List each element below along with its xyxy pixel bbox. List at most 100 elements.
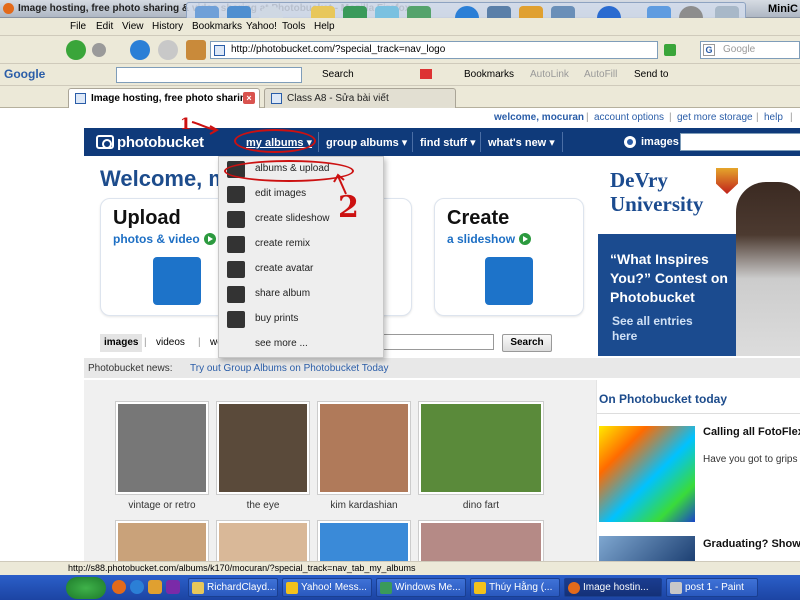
- tab-class-a8[interactable]: Class A8 - Sửa bài viết: [264, 88, 456, 108]
- news-link[interactable]: Try out Group Albums on Photobucket Toda…: [190, 363, 388, 374]
- menu-bar: File Edit View History Bookmarks Yahoo! …: [0, 18, 800, 36]
- avatar-icon: [227, 261, 245, 278]
- tab-close-icon[interactable]: ×: [243, 92, 255, 104]
- dropdown-item-create-slideshow[interactable]: create slideshow: [219, 207, 385, 232]
- taskbar-item-active[interactable]: Image hostin...: [564, 578, 662, 597]
- yahoo-quicklaunch-icon[interactable]: [166, 580, 180, 594]
- bookmarks-button[interactable]: Bookmarks: [464, 69, 514, 80]
- menu-bookmarks[interactable]: Bookmarks: [192, 21, 242, 32]
- nav-whats-new[interactable]: what's new ▾: [488, 136, 555, 149]
- nav-group-albums[interactable]: group albums ▾: [326, 136, 407, 149]
- get-more-storage-link[interactable]: get more storage: [677, 112, 753, 123]
- autolink-button[interactable]: AutoLink: [530, 69, 569, 80]
- thumbnail[interactable]: [216, 520, 310, 561]
- forward-icon[interactable]: [92, 43, 106, 57]
- separator: |: [198, 337, 201, 348]
- welcome-user-text: welcome, mocuran: [494, 112, 585, 123]
- back-icon[interactable]: [66, 40, 86, 60]
- dropdown-item-create-avatar[interactable]: create avatar: [219, 257, 385, 282]
- gmail-icon[interactable]: [420, 69, 432, 79]
- edit-images-icon: [227, 186, 245, 203]
- start-button[interactable]: [66, 577, 106, 599]
- thumbnail[interactable]: [216, 401, 310, 495]
- google-toolbar-search-input[interactable]: [116, 67, 302, 83]
- upload-subtitle[interactable]: photos & video: [113, 232, 216, 246]
- thumbnail-caption[interactable]: the eye: [208, 500, 318, 511]
- thumbnail[interactable]: [418, 401, 544, 495]
- send-to-button[interactable]: Send to: [634, 69, 668, 80]
- thumbnail[interactable]: [317, 520, 411, 561]
- menu-file[interactable]: File: [70, 21, 86, 32]
- status-bar: http://s88.photobucket.com/albums/k170/m…: [0, 561, 800, 575]
- home-icon[interactable]: [186, 40, 206, 60]
- sidebar-story-title-2[interactable]: Graduating? Show u how you looked!: [703, 538, 800, 551]
- ad-see-all-link[interactable]: See all entries here: [612, 314, 712, 344]
- dropdown-item-buy-prints[interactable]: buy prints: [219, 307, 385, 332]
- menu-help[interactable]: Help: [314, 21, 335, 32]
- menu-view[interactable]: View: [122, 21, 144, 32]
- menu-history[interactable]: History: [152, 21, 183, 32]
- ie-quicklaunch-icon[interactable]: [130, 580, 144, 594]
- fotoflexer-image[interactable]: [599, 426, 695, 522]
- menu-edit[interactable]: Edit: [96, 21, 113, 32]
- thumbnail[interactable]: [115, 520, 209, 561]
- taskbar-item[interactable]: Yahoo! Mess...: [282, 578, 372, 597]
- thumbnail-image: [421, 404, 541, 492]
- thumbnail-caption[interactable]: vintage or retro: [107, 500, 217, 511]
- dropdown-item-share-album[interactable]: share album: [219, 282, 385, 307]
- thumbnail[interactable]: [317, 401, 411, 495]
- autofill-button[interactable]: AutoFill: [584, 69, 617, 80]
- firefox-quicklaunch-icon[interactable]: [112, 580, 126, 594]
- address-bar[interactable]: http://photobucket.com/?special_track=na…: [210, 41, 658, 59]
- nav-divider: [412, 132, 413, 152]
- share-album-icon: [227, 286, 245, 303]
- tab-favicon-icon: [75, 93, 86, 104]
- taskbar-item[interactable]: Windows Me...: [376, 578, 466, 597]
- menu-tools[interactable]: Tools: [282, 21, 305, 32]
- taskbar-item[interactable]: RichardClayd...: [188, 578, 278, 597]
- annotation-arrow-1: [191, 121, 220, 135]
- google-search-button[interactable]: Search: [322, 69, 354, 80]
- dropdown-item-see-more[interactable]: see more ...: [219, 332, 385, 357]
- content-search-input[interactable]: [376, 334, 494, 350]
- images-radio[interactable]: [624, 136, 636, 148]
- address-url: http://photobucket.com/?special_track=na…: [231, 44, 446, 55]
- thumbnail[interactable]: [418, 520, 544, 561]
- taskbar-item[interactable]: post 1 - Paint: [666, 578, 758, 597]
- content-search-button[interactable]: Search: [502, 334, 552, 352]
- devry-advertisement[interactable]: DeVry University “What Inspires You?” Con…: [598, 162, 800, 356]
- google-toolbar: Google Search Bookmarks AutoLink AutoFil…: [0, 64, 800, 86]
- search-tab-videos[interactable]: videos: [152, 334, 189, 352]
- graduation-image[interactable]: [599, 536, 695, 561]
- separator: |: [790, 112, 793, 123]
- thumbnail-image: [219, 523, 307, 561]
- taskbar-item[interactable]: Thúy Hằng (...: [470, 578, 560, 597]
- media-quicklaunch-icon[interactable]: [148, 580, 162, 594]
- arrow-right-icon: [519, 233, 532, 245]
- dropdown-item-create-remix[interactable]: create remix: [219, 232, 385, 257]
- browser-search-placeholder: Google: [723, 44, 756, 55]
- window-title-right: MiniC: [768, 3, 798, 15]
- thumbnail-caption[interactable]: dino fart: [426, 500, 536, 511]
- search-tab-images[interactable]: images: [100, 334, 143, 352]
- thumbnail-caption[interactable]: kim kardashian: [309, 500, 419, 511]
- images-radio-label: images: [641, 136, 679, 148]
- go-icon[interactable]: [664, 44, 676, 56]
- separator: |: [756, 112, 759, 123]
- photobucket-search-input[interactable]: [680, 133, 800, 151]
- browser-search-input[interactable]: G Google: [700, 41, 800, 59]
- dropdown-item-edit-images[interactable]: edit images: [219, 182, 385, 207]
- tab-bar: Image hosting, free photo sharin... × Cl…: [0, 86, 800, 108]
- reload-icon[interactable]: [130, 40, 150, 60]
- create-slideshow-card[interactable]: Create a slideshow: [434, 198, 584, 316]
- account-options-link[interactable]: account options: [594, 112, 664, 123]
- sidebar-story-title[interactable]: Calling all FotoFlex experts!: [703, 426, 800, 438]
- nav-find-stuff[interactable]: find stuff ▾: [420, 136, 476, 149]
- tab-photobucket[interactable]: Image hosting, free photo sharin... ×: [68, 88, 260, 108]
- photobucket-logo[interactable]: photobucket: [96, 134, 204, 151]
- create-subtitle[interactable]: a slideshow: [447, 232, 532, 246]
- menu-yahoo[interactable]: Yahoo!: [246, 21, 277, 32]
- stop-icon[interactable]: [158, 40, 178, 60]
- thumbnail[interactable]: [115, 401, 209, 495]
- help-link[interactable]: help: [764, 112, 783, 123]
